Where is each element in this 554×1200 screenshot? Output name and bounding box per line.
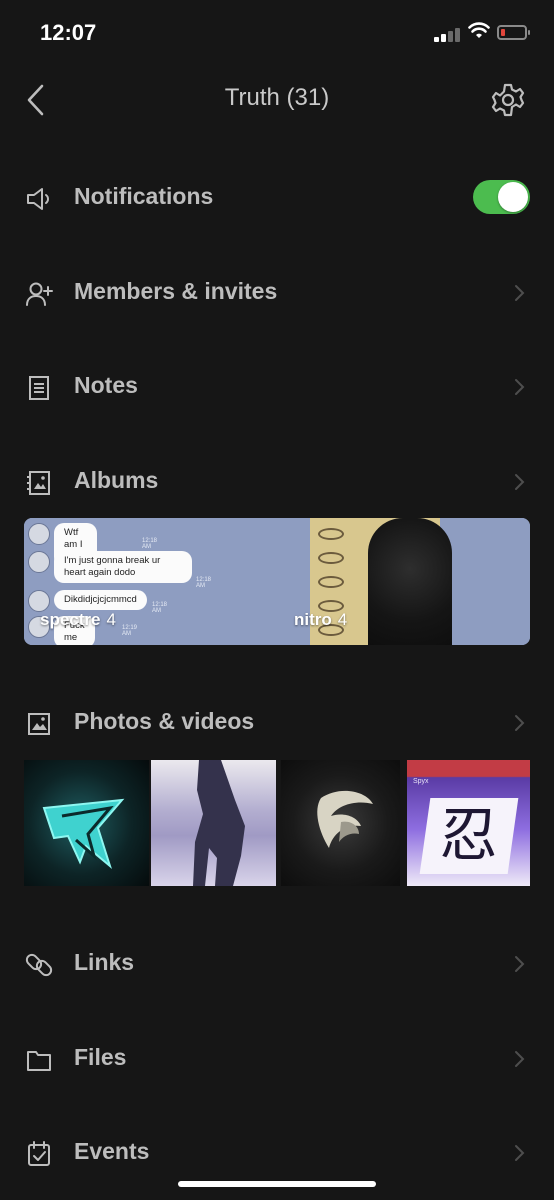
avatar	[28, 523, 50, 545]
chevron-right-icon	[515, 1145, 525, 1161]
signal-icon	[434, 26, 464, 42]
row-events[interactable]: Events	[0, 1123, 554, 1183]
album-icon	[27, 471, 50, 495]
photos-label: Photos & videos	[74, 708, 255, 734]
album-title: nitro 4	[294, 610, 348, 629]
events-label: Events	[74, 1138, 150, 1164]
add-person-icon	[26, 282, 53, 306]
notifications-toggle[interactable]	[473, 180, 530, 214]
gear-icon[interactable]	[490, 82, 526, 118]
chevron-right-icon	[515, 715, 525, 731]
albums-strip: Wtf am I doing 12:18 AM I'm just gonna b…	[24, 518, 530, 645]
notes-label: Notes	[74, 372, 138, 398]
nav-header: Truth (31)	[0, 70, 554, 130]
chat-time: 12:19 AM	[122, 625, 138, 637]
battery-icon	[497, 25, 530, 40]
photo-icon	[28, 713, 50, 735]
avatar	[28, 551, 50, 573]
photo-thumbnail[interactable]: Spyx 忍	[407, 760, 530, 886]
chevron-right-icon	[515, 285, 525, 301]
files-label: Files	[74, 1044, 127, 1070]
toggle-knob	[498, 182, 528, 212]
chat-time: 12:18 AM	[142, 538, 158, 550]
album-card-spectre[interactable]: Wtf am I doing 12:18 AM I'm just gonna b…	[24, 518, 277, 645]
row-members-invites[interactable]: Members & invites	[0, 263, 554, 323]
kanji-glyph: 忍	[439, 801, 498, 869]
album-count: 4	[106, 610, 116, 629]
folder-icon	[27, 1051, 51, 1071]
chat-time: 12:18 AM	[152, 602, 168, 614]
row-notifications: Notifications	[0, 168, 554, 228]
chevron-right-icon	[515, 379, 525, 395]
links-label: Links	[74, 949, 135, 975]
wifi-icon	[468, 22, 490, 38]
row-links[interactable]: Links	[0, 934, 554, 994]
avatar	[28, 590, 50, 612]
album-card-nitro[interactable]: nitro 4	[278, 518, 530, 645]
chevron-right-icon	[515, 956, 525, 972]
album-count: 4	[337, 610, 348, 629]
chevron-right-icon	[515, 1051, 525, 1067]
page-title: Truth (31)	[224, 84, 330, 111]
row-albums[interactable]: Albums	[0, 452, 554, 512]
photos-strip: Spyx 忍	[24, 760, 530, 886]
link-icon	[25, 953, 53, 977]
row-notes[interactable]: Notes	[0, 357, 554, 417]
row-photos-videos[interactable]: Photos & videos	[0, 693, 554, 753]
photo-caption: Spyx	[413, 778, 429, 785]
notifications-label: Notifications	[74, 183, 214, 209]
notes-icon	[29, 376, 49, 400]
chat-bubble: Dikdidjcjcjcmmcd	[54, 590, 147, 610]
photo-thumbnail[interactable]	[281, 760, 400, 886]
home-indicator[interactable]	[178, 1181, 376, 1187]
album-title: spectre 4	[40, 610, 116, 629]
calendar-check-icon	[28, 1141, 50, 1166]
photo-thumbnail[interactable]	[24, 760, 149, 886]
members-label: Members & invites	[74, 278, 278, 304]
speaker-icon	[27, 188, 49, 210]
status-time: 12:07	[40, 20, 97, 45]
photo-thumbnail[interactable]	[151, 760, 276, 886]
chat-bubble: I'm just gonna break ur heart again dodo	[54, 551, 192, 583]
status-bar: 12:07	[0, 0, 554, 70]
albums-label: Albums	[74, 467, 159, 493]
chat-time: 12:18 AM	[196, 577, 212, 589]
row-files[interactable]: Files	[0, 1029, 554, 1089]
chevron-right-icon	[515, 474, 525, 490]
